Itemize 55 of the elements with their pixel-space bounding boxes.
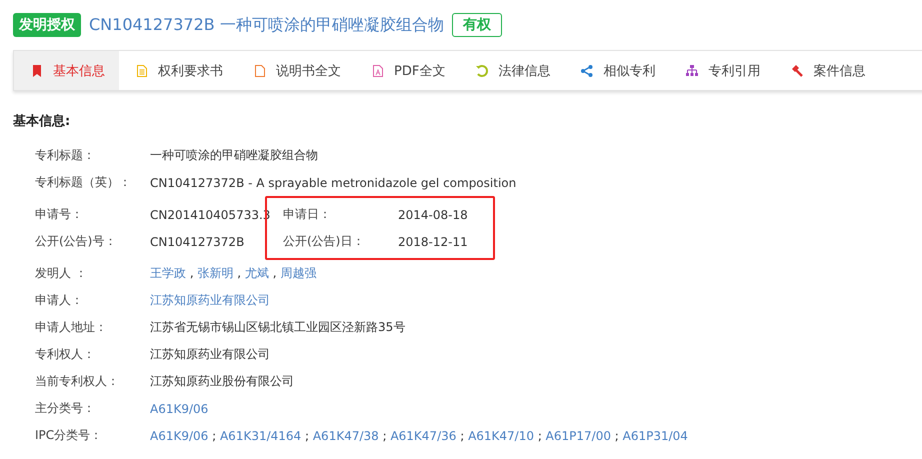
link[interactable]: A61P17/00	[546, 428, 611, 442]
separator: ;	[536, 428, 543, 442]
field-value: 江苏知原药业有限公司	[150, 346, 270, 363]
link[interactable]: A61K47/10	[468, 428, 534, 442]
tab[interactable]: 权利要求书	[119, 51, 237, 90]
field-value: CN104127372B	[150, 234, 244, 248]
field-label: 公开(公告)号：	[35, 233, 118, 250]
field-label: 申请日：	[283, 206, 332, 223]
field-label: 发明人 ：	[35, 265, 88, 282]
field-value: 2014-08-18	[398, 208, 468, 222]
patent-title: CN104127372B 一种可喷涂的甲硝唑凝胶组合物	[89, 14, 444, 36]
separator: ;	[304, 428, 310, 442]
field-value: CN104127372B - A sprayable metronidazole gel composition	[150, 176, 516, 190]
link[interactable]: A61K31/4164	[220, 428, 302, 442]
field-value: 2018-12-11	[398, 234, 468, 248]
link[interactable]: A61K9/06	[150, 428, 208, 442]
link[interactable]: A61P31/04	[622, 428, 688, 442]
tab[interactable]: 说明书全文	[237, 51, 355, 90]
separator: ;	[614, 428, 620, 442]
separator: ,	[272, 266, 278, 280]
field-label: 公开(公告)日：	[283, 233, 366, 250]
separator: ,	[188, 266, 195, 280]
separator: ;	[459, 428, 466, 442]
field-label: 当前专利权人：	[35, 373, 120, 390]
field-value: 一种可喷涂的甲硝唑凝胶组合物	[150, 147, 318, 164]
separator: ,	[236, 266, 242, 280]
section-title: 基本信息:	[13, 113, 72, 130]
link[interactable]: 周越强	[280, 266, 316, 280]
separator: ;	[382, 428, 388, 442]
tab[interactable]: PDF全文	[355, 51, 460, 90]
link[interactable]: 江苏知原药业有限公司	[150, 293, 270, 307]
link[interactable]: 王学政	[150, 266, 186, 280]
link[interactable]: A61K9/06	[150, 402, 208, 416]
separator: ;	[211, 428, 218, 442]
field-label: IPC分类号：	[35, 427, 104, 444]
field-label: 专利标题（英）：	[35, 174, 132, 191]
field-label: 申请人地址：	[35, 319, 108, 336]
tab[interactable]: 专利引用	[669, 51, 774, 90]
field-value: 江苏省无锡市锡山区锡北镇工业园区泾新路35号	[150, 319, 406, 336]
field-label: 专利标题：	[35, 147, 96, 164]
type-badge: 发明授权	[13, 13, 81, 37]
field-label: 申请号：	[35, 206, 84, 223]
field-label: 主分类号：	[35, 400, 96, 417]
tab[interactable]: 案件信息	[774, 51, 880, 90]
tab[interactable]: 法律信息	[459, 51, 564, 90]
link[interactable]: 尤斌	[244, 266, 269, 280]
link[interactable]: 张新明	[197, 266, 234, 280]
tab[interactable]: 基本信息	[14, 51, 119, 90]
link[interactable]: A61K47/36	[390, 428, 456, 442]
status-badge: 有权	[452, 13, 502, 37]
field-value: 江苏知原药业股份有限公司	[150, 373, 294, 390]
field-label: 申请人：	[35, 292, 84, 309]
link[interactable]: A61K47/38	[312, 428, 379, 442]
field-label: 专利权人：	[35, 346, 96, 363]
tab[interactable]: 相似专利	[564, 51, 670, 90]
